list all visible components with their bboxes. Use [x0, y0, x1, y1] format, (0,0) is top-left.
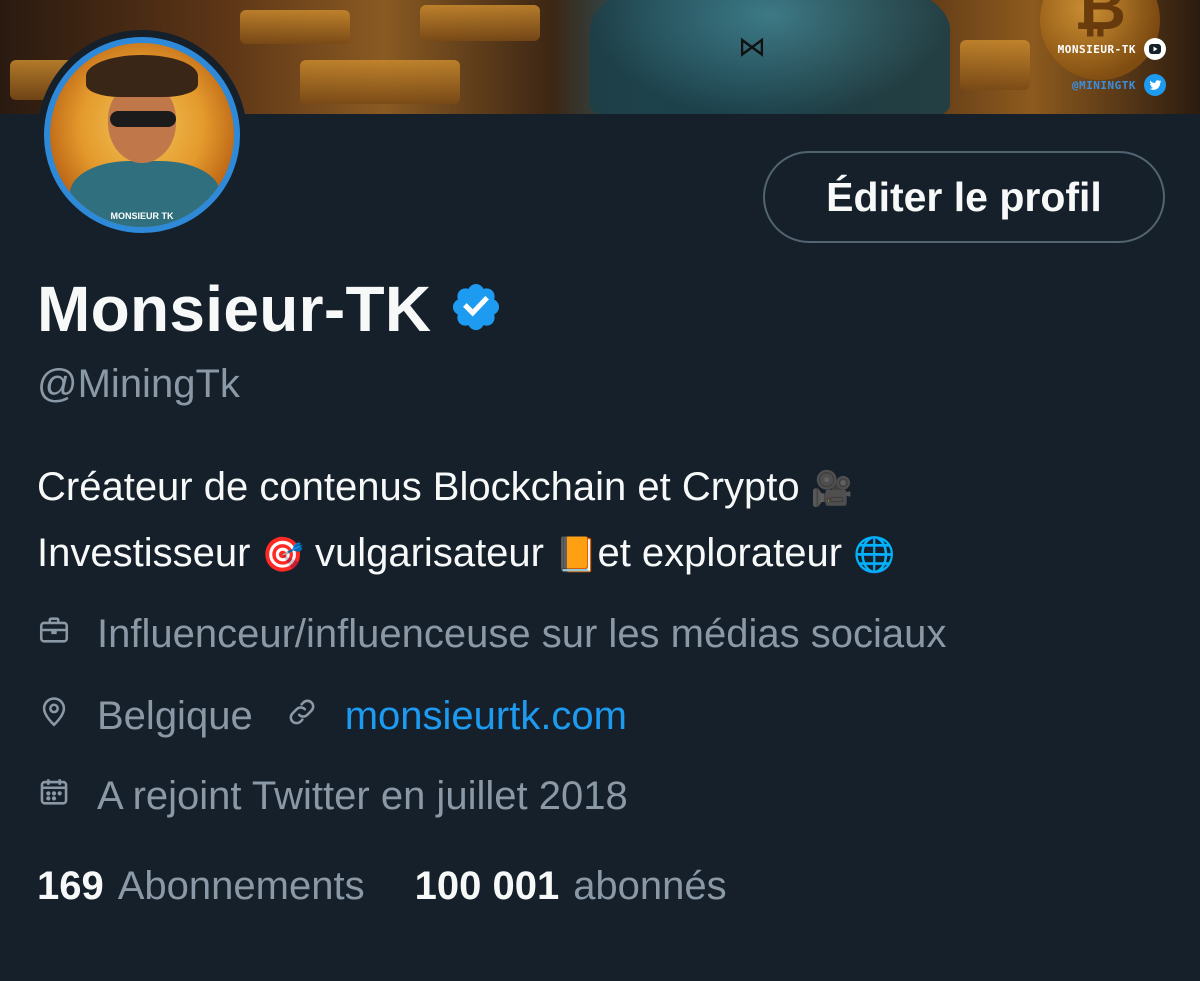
website-link[interactable]: monsieurtk.com	[345, 694, 627, 739]
following-label: Abonnements	[117, 864, 365, 908]
followers-link[interactable]: 100 001 abonnés	[415, 864, 727, 909]
bio-text: Créateur de contenus Blockchain et Crypt…	[37, 465, 811, 509]
avatar-body	[70, 161, 220, 227]
link-icon	[285, 694, 319, 739]
bio-text: et explorateur	[597, 531, 854, 575]
avatar-hat	[86, 55, 198, 97]
banner-youtube-tag: MONSIEUR-TK	[1058, 38, 1166, 60]
avatar-glasses	[110, 111, 176, 127]
banner-twitter-text: @MININGTK	[1071, 78, 1136, 92]
briefcase-icon	[37, 612, 71, 657]
movie-camera-icon: 🎥	[810, 469, 854, 509]
globe-icon: 🌐	[853, 535, 896, 575]
profile-joined: A rejoint Twitter en juillet 2018	[37, 774, 628, 819]
profile-bio: Créateur de contenus Blockchain et Crypt…	[37, 455, 896, 587]
bio-text: vulgarisateur	[303, 531, 556, 575]
bio-line: Investisseur 🎯 vulgarisateur 📙et explora…	[37, 521, 896, 587]
display-name: Monsieur-TK	[37, 273, 432, 345]
banner-gold-bar	[420, 5, 540, 41]
banner-character	[590, 0, 950, 114]
profile-handle: @MiningTk	[37, 362, 240, 406]
bio-line: Créateur de contenus Blockchain et Crypt…	[37, 455, 896, 521]
following-count: 169	[37, 864, 104, 908]
location-text: Belgique	[97, 694, 253, 738]
profile-category: Influenceur/influenceuse sur les médias …	[37, 612, 946, 657]
banner-gold-bar	[960, 40, 1030, 90]
banner-gold-bar	[300, 60, 460, 104]
book-icon: 📙	[555, 535, 598, 575]
avatar-ring-text: MONSIEUR TK	[110, 211, 174, 221]
location-pin-icon	[37, 694, 71, 739]
youtube-icon	[1144, 38, 1166, 60]
category-text: Influenceur/influenceuse sur les médias …	[97, 612, 947, 656]
avatar-image: MONSIEUR TK	[44, 37, 240, 233]
target-icon: 🎯	[261, 535, 304, 575]
followers-label: abonnés	[573, 864, 727, 908]
followers-count: 100 001	[414, 864, 560, 908]
profile-stats: 169 Abonnements 100 001 abonnés	[37, 864, 727, 909]
banner-youtube-text: MONSIEUR-TK	[1057, 42, 1136, 56]
twitter-bird-icon	[1144, 74, 1166, 96]
banner-gold-bar	[240, 10, 350, 44]
calendar-icon	[37, 774, 71, 819]
banner-twitter-tag: @MININGTK	[1072, 74, 1166, 96]
verified-badge-icon[interactable]	[449, 280, 503, 339]
bio-text: Investisseur	[37, 531, 262, 575]
joined-text: A rejoint Twitter en juillet 2018	[97, 774, 628, 818]
profile-avatar[interactable]: MONSIEUR TK	[37, 30, 247, 240]
edit-profile-button[interactable]: Éditer le profil	[763, 151, 1165, 243]
bowtie-icon: ⋈	[738, 31, 766, 62]
profile-name-row: Monsieur-TK	[37, 272, 503, 346]
profile-location-website: Belgique monsieurtk.com	[37, 694, 627, 739]
following-link[interactable]: 169 Abonnements	[37, 864, 365, 909]
